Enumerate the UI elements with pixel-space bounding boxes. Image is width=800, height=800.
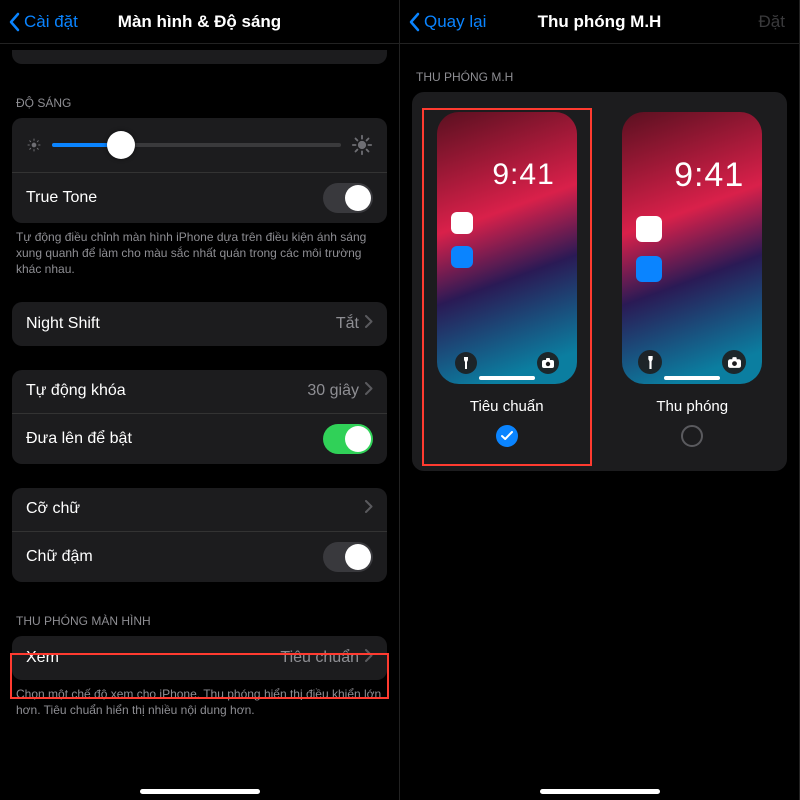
group-text: Cỡ chữ Chữ đậm bbox=[0, 488, 399, 582]
text-size-label: Cỡ chữ bbox=[26, 500, 80, 518]
screen-display-zoom: Quay lại Thu phóng M.H Đặt THU PHÓNG M.H… bbox=[400, 0, 800, 800]
zoom-content: THU PHÓNG M.H 9:41 bbox=[400, 44, 799, 800]
zoom-option-zoomed[interactable]: 9:41 bbox=[606, 112, 780, 447]
zoom-option-standard[interactable]: 9:41 bbox=[420, 112, 594, 447]
preview-home-indicator bbox=[479, 376, 535, 380]
chevron-right-icon bbox=[365, 315, 373, 333]
view-row[interactable]: Xem Tiêu chuẩn bbox=[12, 636, 387, 680]
truetone-toggle[interactable] bbox=[323, 183, 373, 213]
camera-icon bbox=[722, 350, 746, 374]
preview-standard: 9:41 bbox=[437, 112, 577, 384]
bold-toggle[interactable] bbox=[323, 542, 373, 572]
flashlight-icon bbox=[638, 350, 662, 374]
widget-icon bbox=[451, 212, 473, 234]
screen-display-brightness: Cài đặt Màn hình & Độ sáng ĐỘ SÁNG bbox=[0, 0, 400, 800]
brightness-cells: True Tone bbox=[12, 118, 387, 223]
brightness-slider[interactable] bbox=[52, 143, 341, 147]
raise-toggle[interactable] bbox=[323, 424, 373, 454]
zoom-options-card: 9:41 bbox=[412, 92, 787, 471]
nav-title: Màn hình & Độ sáng bbox=[118, 12, 281, 32]
nav-bar: Quay lại Thu phóng M.H Đặt bbox=[400, 0, 799, 44]
nav-bar: Cài đặt Màn hình & Độ sáng bbox=[0, 0, 399, 44]
preview-dock bbox=[638, 350, 746, 374]
truetone-row: True Tone bbox=[12, 173, 387, 223]
nightshift-row[interactable]: Night Shift Tắt bbox=[12, 302, 387, 346]
chevron-right-icon bbox=[365, 382, 373, 400]
back-label: Cài đặt bbox=[24, 12, 78, 32]
preview-zoomed: 9:41 bbox=[622, 112, 762, 384]
preview-widgets bbox=[451, 212, 473, 268]
previous-group-peek bbox=[12, 50, 387, 64]
autolock-value: 30 giây bbox=[307, 382, 359, 400]
widget-icon bbox=[451, 246, 473, 268]
preview-time: 9:41 bbox=[674, 156, 744, 195]
preview-widgets bbox=[636, 216, 662, 282]
group-brightness: ĐỘ SÁNG True Tone bbox=[0, 88, 399, 278]
raise-to-wake-row: Đưa lên để bật bbox=[12, 414, 387, 464]
home-indicator bbox=[540, 789, 660, 794]
widget-icon bbox=[636, 256, 662, 282]
home-indicator bbox=[140, 789, 260, 794]
camera-icon bbox=[537, 352, 559, 374]
preview-time: 9:41 bbox=[492, 158, 554, 192]
group-header: THU PHÓNG M.H bbox=[400, 62, 799, 92]
option-label: Thu phóng bbox=[656, 398, 728, 415]
bold-text-row: Chữ đậm bbox=[12, 532, 387, 582]
done-button[interactable]: Đặt bbox=[759, 12, 785, 32]
view-value: Tiêu chuẩn bbox=[280, 649, 359, 667]
view-label: Xem bbox=[26, 649, 59, 667]
group-display-zoom: THU PHÓNG MÀN HÌNH Xem Tiêu chuẩn Chọn m… bbox=[0, 606, 399, 718]
checkmark-icon bbox=[501, 429, 513, 444]
sun-min-icon bbox=[26, 137, 42, 153]
group-autolock-raise: Tự động khóa 30 giây Đưa lên để bật bbox=[0, 370, 399, 464]
nightshift-value: Tắt bbox=[336, 315, 359, 333]
group-zoom-options: THU PHÓNG M.H 9:41 bbox=[400, 62, 799, 471]
nav-title: Thu phóng M.H bbox=[538, 12, 662, 32]
truetone-footer: Tự động điều chỉnh màn hình iPhone dựa t… bbox=[0, 223, 399, 278]
autolock-label: Tự động khóa bbox=[26, 382, 126, 400]
chevron-right-icon bbox=[365, 500, 373, 518]
widget-icon bbox=[636, 216, 662, 242]
chevron-left-icon bbox=[8, 12, 20, 32]
nightshift-label: Night Shift bbox=[26, 315, 100, 333]
back-label: Quay lại bbox=[424, 12, 486, 32]
chevron-left-icon bbox=[408, 12, 420, 32]
sun-max-icon bbox=[351, 134, 373, 156]
zoom-footer: Chọn một chế độ xem cho iPhone. Thu phón… bbox=[0, 680, 399, 718]
bold-label: Chữ đậm bbox=[26, 548, 93, 566]
radio-unselected[interactable] bbox=[681, 425, 703, 447]
flashlight-icon bbox=[455, 352, 477, 374]
option-label: Tiêu chuẩn bbox=[470, 398, 544, 415]
group-nightshift: Night Shift Tắt bbox=[0, 302, 399, 346]
chevron-right-icon bbox=[365, 649, 373, 667]
back-button[interactable]: Cài đặt bbox=[8, 12, 78, 32]
raise-label: Đưa lên để bật bbox=[26, 430, 132, 448]
radio-selected[interactable] bbox=[496, 425, 518, 447]
truetone-label: True Tone bbox=[26, 189, 97, 207]
preview-home-indicator bbox=[664, 376, 720, 380]
group-header-zoom: THU PHÓNG MÀN HÌNH bbox=[0, 606, 399, 636]
autolock-row[interactable]: Tự động khóa 30 giây bbox=[12, 370, 387, 414]
preview-dock bbox=[455, 352, 559, 374]
back-button[interactable]: Quay lại bbox=[408, 12, 486, 32]
group-header-brightness: ĐỘ SÁNG bbox=[0, 88, 399, 118]
brightness-slider-row bbox=[12, 118, 387, 173]
settings-content: ĐỘ SÁNG True Tone bbox=[0, 44, 399, 800]
text-size-row[interactable]: Cỡ chữ bbox=[12, 488, 387, 532]
